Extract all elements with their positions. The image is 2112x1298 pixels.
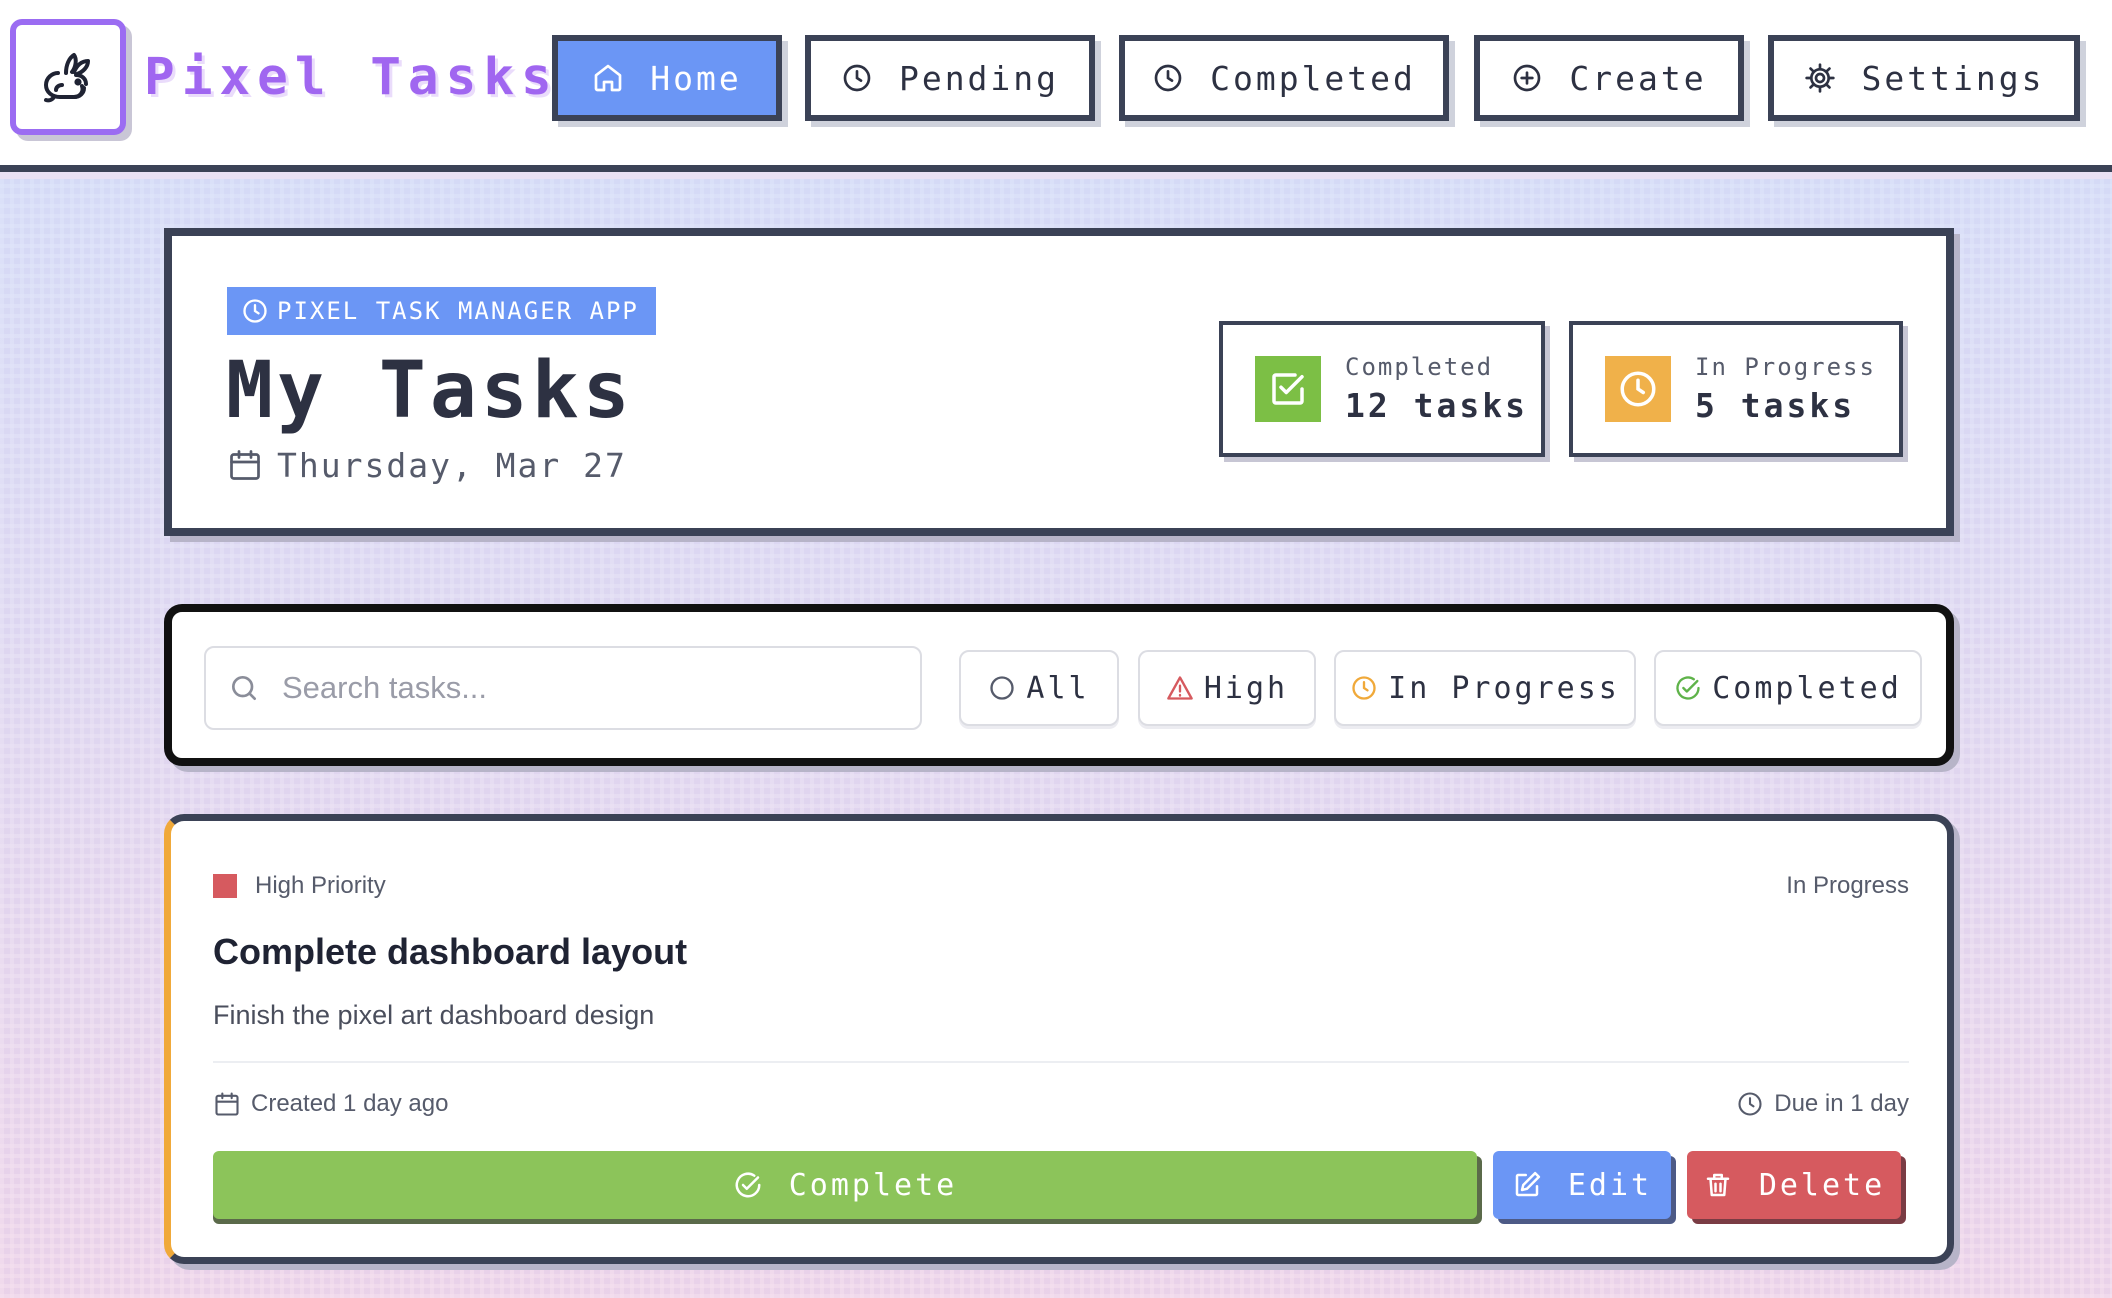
nav-home-button[interactable]: Home [552, 35, 782, 121]
task-description: Finish the pixel art dashboard design [213, 1000, 655, 1030]
complete-button-label: Complete [788, 1167, 958, 1203]
check-circle-icon [735, 1172, 761, 1198]
task-divider [213, 1061, 1909, 1063]
stat-in-progress-value: 5 tasks [1695, 386, 1856, 425]
edit-button-label: Edit [1567, 1167, 1653, 1203]
header-card: PIXEL TASK MANAGER APP My Tasks Thursday… [164, 228, 1954, 536]
stat-completed-icon-box [1255, 356, 1321, 422]
clock-icon [1738, 1092, 1762, 1116]
app-tag-badge: PIXEL TASK MANAGER APP [227, 287, 656, 335]
priority-label: High Priority [255, 872, 386, 899]
search-input[interactable] [282, 670, 902, 706]
stat-in-progress-text: In Progress 5 tasks [1695, 350, 1876, 428]
current-date: Thursday, Mar 27 [227, 440, 627, 490]
top-navigation-bar: Pixel Tasks Home Pending Completed Creat… [0, 0, 2112, 172]
app-logo[interactable] [10, 19, 126, 135]
home-icon [594, 64, 622, 92]
stat-in-progress-icon-box [1605, 356, 1671, 422]
app-tag-label: PIXEL TASK MANAGER APP [277, 297, 639, 325]
edit-task-button[interactable]: Edit [1493, 1151, 1671, 1219]
calendar-icon [230, 450, 260, 480]
trash-icon [1706, 1173, 1730, 1197]
nav-settings-label: Settings [1861, 58, 2045, 98]
complete-task-button[interactable]: Complete [213, 1151, 1477, 1219]
nav-create-label: Create [1569, 58, 1707, 98]
stat-completed-value: 12 tasks [1345, 386, 1528, 425]
date-text: Thursday, Mar 27 [277, 445, 627, 485]
stat-completed-text: Completed 12 tasks [1345, 350, 1528, 428]
check-square-icon [1272, 373, 1304, 405]
delete-task-button[interactable]: Delete [1687, 1151, 1901, 1219]
nav-settings-button[interactable]: Settings [1768, 35, 2080, 121]
rabbit-icon [44, 53, 90, 103]
filter-high-button[interactable]: High [1138, 650, 1316, 726]
task-created: Created 1 day ago [213, 1084, 448, 1124]
stat-completed-label: Completed [1345, 353, 1494, 381]
clock-icon [1154, 64, 1182, 92]
app-name: Pixel Tasks [144, 48, 559, 107]
filter-all-button[interactable]: All [959, 650, 1119, 726]
task-status: In Progress [1786, 872, 1909, 899]
clock-icon [1352, 676, 1376, 700]
calendar-icon [215, 1092, 239, 1116]
nav-create-button[interactable]: Create [1474, 35, 1744, 121]
clock-icon [243, 299, 267, 323]
stat-card-completed: Completed 12 tasks [1219, 321, 1545, 457]
search-icon [232, 676, 256, 700]
priority-row: High Priority [213, 869, 386, 903]
page-title: My Tasks [226, 346, 634, 436]
circle-icon [990, 676, 1015, 700]
filter-bar: All High In Progress Completed [164, 604, 1954, 766]
clock-icon [843, 64, 871, 92]
task-card: High Priority In Progress Complete dashb… [164, 814, 1954, 1264]
nav-home-label: Home [650, 58, 742, 98]
check-circle-icon [1676, 676, 1700, 700]
warning-icon [1167, 676, 1193, 700]
search-box [204, 646, 922, 730]
nav-completed-button[interactable]: Completed [1119, 35, 1449, 121]
filter-completed-label: Completed [1712, 670, 1902, 706]
nav-pending-button[interactable]: Pending [805, 35, 1095, 121]
priority-indicator [213, 874, 237, 898]
filter-in-progress-label: In Progress [1388, 670, 1620, 706]
filter-high-label: High [1203, 670, 1289, 706]
task-created-text: Created 1 day ago [251, 1090, 449, 1117]
filter-completed-button[interactable]: Completed [1654, 650, 1922, 726]
stat-in-progress-label: In Progress [1695, 353, 1876, 381]
gear-icon [1804, 63, 1835, 93]
filter-all-label: All [1026, 670, 1090, 706]
filter-in-progress-button[interactable]: In Progress [1334, 650, 1636, 726]
delete-button-label: Delete [1758, 1167, 1886, 1203]
nav-pending-label: Pending [898, 58, 1060, 98]
stat-card-in-progress: In Progress 5 tasks [1569, 321, 1903, 457]
plus-circle-icon [1514, 64, 1541, 92]
clock-icon [1620, 371, 1656, 407]
task-due-text: Due in 1 day [1774, 1090, 1909, 1117]
edit-icon [1515, 1171, 1540, 1197]
task-due: Due in 1 day [1736, 1084, 1909, 1124]
task-title: Complete dashboard layout [213, 931, 688, 972]
nav-completed-label: Completed [1210, 58, 1416, 98]
